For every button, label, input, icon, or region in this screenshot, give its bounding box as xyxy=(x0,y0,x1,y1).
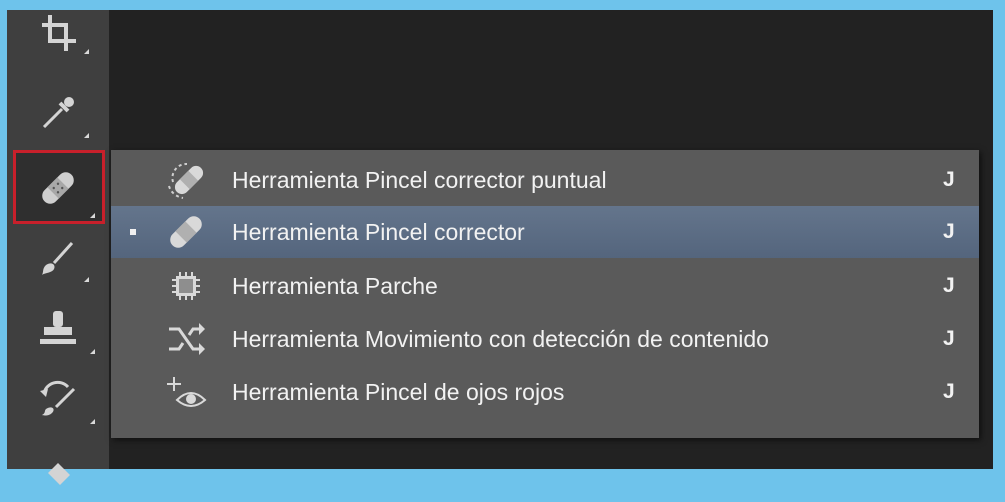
menu-item-label: Herramienta Parche xyxy=(232,272,438,299)
menu-item-patch[interactable]: Herramienta Parche J xyxy=(111,260,979,312)
tools-panel xyxy=(7,10,109,485)
tool-group-indicator xyxy=(84,49,89,54)
menu-item-red-eye[interactable]: Herramienta Pincel de ojos rojos J xyxy=(111,366,979,418)
eraser-tool-button[interactable] xyxy=(7,440,109,502)
tool-group-indicator xyxy=(90,419,95,424)
tool-group-indicator xyxy=(90,349,95,354)
patch-icon xyxy=(161,264,211,308)
brush-icon xyxy=(42,241,74,275)
menu-item-spot-healing-brush[interactable]: Herramienta Pincel corrector puntual J xyxy=(111,154,979,206)
red-eye-icon xyxy=(161,370,211,414)
tool-group-indicator xyxy=(90,213,95,218)
content-aware-move-icon xyxy=(161,317,211,361)
menu-item-label: Herramienta Pincel corrector xyxy=(232,218,525,245)
clone-stamp-tool-button[interactable] xyxy=(7,298,109,360)
crop-tool-button[interactable] xyxy=(7,2,109,64)
menu-item-healing-brush[interactable]: Herramienta Pincel corrector J xyxy=(111,206,979,258)
crop-icon xyxy=(42,15,76,51)
menu-item-label: Herramienta Pincel de ojos rojos xyxy=(232,378,565,405)
menu-item-label: Herramienta Pincel corrector puntual xyxy=(232,166,607,193)
menu-item-content-aware-move[interactable]: Herramienta Movimiento con detección de … xyxy=(111,313,979,365)
eraser-icon xyxy=(48,463,70,485)
eyedropper-tool-button[interactable] xyxy=(7,82,109,144)
menu-item-shortcut: J xyxy=(943,380,955,403)
spot-healing-brush-icon xyxy=(161,158,211,202)
menu-item-shortcut: J xyxy=(943,274,955,297)
menu-item-label: Herramienta Movimiento con detección de … xyxy=(232,325,769,352)
history-brush-icon xyxy=(40,380,76,416)
selected-bullet-indicator xyxy=(130,229,136,235)
eyedropper-icon xyxy=(42,97,74,129)
clone-stamp-icon xyxy=(40,311,76,344)
healing-brush-tool-button[interactable] xyxy=(7,148,109,228)
healing-brush-icon xyxy=(161,210,211,254)
history-brush-tool-button[interactable] xyxy=(7,368,109,430)
menu-item-shortcut: J xyxy=(943,220,955,243)
menu-item-shortcut: J xyxy=(943,168,955,191)
brush-tool-button[interactable] xyxy=(7,228,109,290)
menu-item-shortcut: J xyxy=(943,327,955,350)
healing-tools-flyout-menu: Herramienta Pincel corrector puntual J H… xyxy=(111,150,979,438)
tool-group-indicator xyxy=(84,277,89,282)
tool-group-indicator xyxy=(84,133,89,138)
bandage-icon xyxy=(42,172,74,204)
